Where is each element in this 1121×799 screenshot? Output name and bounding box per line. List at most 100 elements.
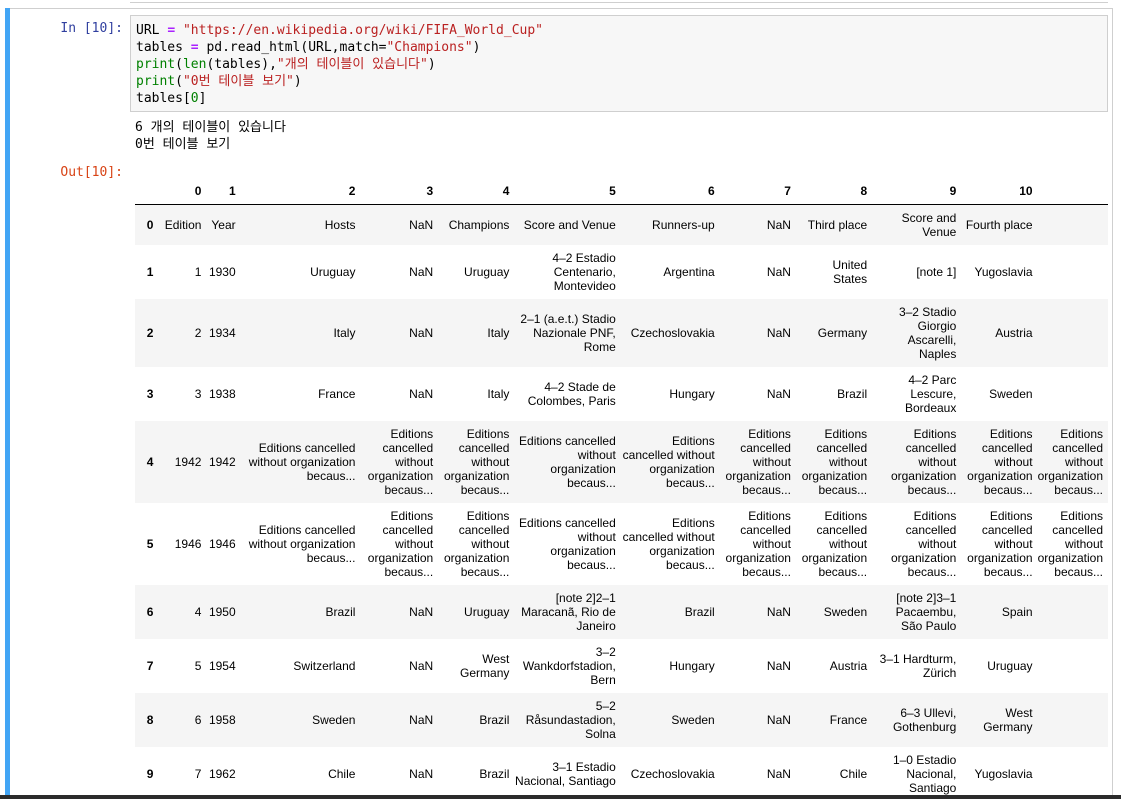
dataframe-output: 0 1 2 3 4 5 6 7 8 9 10 0 Edition Year Ho… [135, 178, 1108, 799]
table-cell: Editions cancelled without organization … [248, 522, 356, 565]
table-cell: NaN [409, 325, 434, 340]
table-cell: Uruguay [464, 604, 510, 619]
table-cell: Editions cancelled without organization … [622, 515, 715, 572]
table-cell: 3–1 Hardturm, Zürich [879, 651, 957, 680]
table-cell: Editions cancelled without organization … [444, 426, 510, 497]
table-cell: Editions cancelled without organization … [1037, 508, 1103, 579]
table-cell: NaN [409, 766, 434, 781]
table-row: 6 4 1950 Brazil NaN Uruguay [note 2]2–1 … [135, 584, 1108, 639]
table-cell: Sweden [312, 712, 356, 727]
table-cell: 4–2 Stade de Colombes, Paris [527, 379, 616, 408]
table-cell: NaN [409, 658, 434, 673]
table-cell: NaN [409, 712, 434, 727]
table-cell: Uruguay [310, 264, 356, 279]
row-index: 1 [146, 264, 154, 279]
table-cell: Uruguay [987, 658, 1033, 673]
table-cell [1038, 747, 1108, 799]
table-cell: 1942 [208, 454, 236, 469]
table-cell: Uruguay [464, 264, 510, 279]
table-row: 1 1 1930 Uruguay NaN Uruguay 4–2 Estadio… [135, 245, 1108, 299]
table-row: 0 Edition Year Hosts NaN Champions Score… [135, 204, 1108, 245]
table-cell: Yugoslavia [974, 264, 1033, 279]
dataframe-table: 0 1 2 3 4 5 6 7 8 9 10 0 Edition Year Ho… [135, 178, 1108, 799]
table-cell: Argentina [663, 264, 715, 279]
table-cell: Editions cancelled without organization … [1037, 426, 1103, 497]
code-text[interactable]: URL = "https://en.wikipedia.org/wiki/FIF… [136, 22, 543, 107]
table-row: 8 6 1958 Sweden NaN Brazil 5–2 Råsundast… [135, 692, 1108, 747]
table-cell: 3–2 Stadio Giorgio Ascarelli, Naples [898, 304, 957, 361]
table-cell: NaN [766, 217, 791, 232]
row-index: 0 [146, 217, 154, 232]
table-cell: Brazil [325, 604, 356, 619]
table-cell: Sweden [989, 386, 1033, 401]
table-cell: NaN [766, 766, 791, 781]
table-row: 7 5 1954 Switzerland NaN West Germany 3–… [135, 639, 1108, 693]
table-cell: Chile [839, 766, 868, 781]
column-header: 6 [620, 178, 720, 205]
column-header: 8 [795, 178, 873, 205]
table-cell: NaN [766, 658, 791, 673]
table-row: 9 7 1962 Chile NaN Brazil 3–1 Estadio Na… [135, 747, 1108, 799]
table-row: 5 1946 1946 Editions cancelled without o… [135, 503, 1108, 585]
table-cell: 1946 [174, 536, 202, 551]
selected-cell-indicator [5, 8, 10, 799]
table-row: 3 3 1938 France NaN Italy 4–2 Stade de C… [135, 367, 1108, 421]
table-row: 4 1942 1942 Editions cancelled without o… [135, 420, 1108, 503]
table-cell: Fourth place [965, 217, 1033, 232]
column-header: 2 [240, 178, 361, 205]
table-cell: 1950 [208, 604, 236, 619]
table-cell: Sweden [671, 712, 715, 727]
row-index: 4 [146, 454, 154, 469]
table-cell: Editions cancelled without organization … [444, 508, 510, 579]
table-cell: 7 [194, 766, 202, 781]
table-cell: 4–2 Parc Lescure, Bordeaux [904, 372, 957, 415]
table-cell: Austria [995, 325, 1033, 340]
table-cell: 3 [194, 386, 202, 401]
table-cell: 5–2 Råsundastadion, Solna [525, 698, 616, 741]
table-cell: Sweden [823, 604, 868, 619]
table-cell: NaN [766, 264, 791, 279]
table-cell: Editions cancelled without organization … [967, 508, 1033, 579]
table-cell [1038, 245, 1108, 299]
table-cell: Editions cancelled without organization … [801, 508, 868, 579]
column-header: 4 [438, 178, 515, 205]
column-header: 5 [514, 178, 621, 205]
table-cell: Italy [487, 325, 510, 340]
table-cell: 1962 [208, 766, 236, 781]
table-cell [1038, 367, 1108, 421]
table-cell [1038, 585, 1108, 639]
table-cell: West Germany [460, 651, 510, 680]
row-index: 9 [146, 766, 154, 781]
table-cell: [note 2]3–1 Pacaembu, São Paulo [895, 590, 957, 633]
row-index: 6 [146, 604, 154, 619]
table-cell: 1946 [208, 536, 236, 551]
table-cell: Editions cancelled without organization … [367, 426, 434, 497]
table-cell: Hungary [669, 658, 715, 673]
table-cell: NaN [409, 264, 434, 279]
table-cell: Brazil [837, 386, 868, 401]
table-cell: 1958 [208, 712, 236, 727]
table-cell [1038, 299, 1108, 367]
table-cell: NaN [766, 325, 791, 340]
code-editor[interactable]: URL = "https://en.wikipedia.org/wiki/FIF… [130, 15, 1108, 112]
table-cell: 3–2 Wankdorfstadion, Bern [522, 644, 616, 687]
table-cell: Czechoslovakia [630, 325, 715, 340]
table-cell: 1–0 Estadio Nacional, Santiago [892, 752, 957, 795]
row-index: 8 [146, 712, 154, 727]
table-cell: 4 [194, 604, 202, 619]
table-cell [1038, 639, 1108, 693]
table-cell: NaN [409, 386, 434, 401]
table-cell: 5 [194, 658, 202, 673]
column-header-row: 0 1 2 3 4 5 6 7 8 9 10 [135, 178, 1108, 205]
table-cell: Edition [164, 217, 202, 232]
table-cell: Italy [487, 386, 510, 401]
table-row: 2 2 1934 Italy NaN Italy 2–1 (a.e.t.) St… [135, 298, 1108, 367]
table-cell: Editions cancelled without organization … [801, 426, 868, 497]
table-cell: [note 1] [916, 264, 957, 279]
table-cell: NaN [409, 217, 434, 232]
table-cell: Third place [807, 217, 868, 232]
table-cell: 1942 [174, 454, 202, 469]
row-index: 5 [146, 536, 154, 551]
column-header: 9 [872, 178, 962, 205]
table-cell: Brazil [479, 712, 510, 727]
